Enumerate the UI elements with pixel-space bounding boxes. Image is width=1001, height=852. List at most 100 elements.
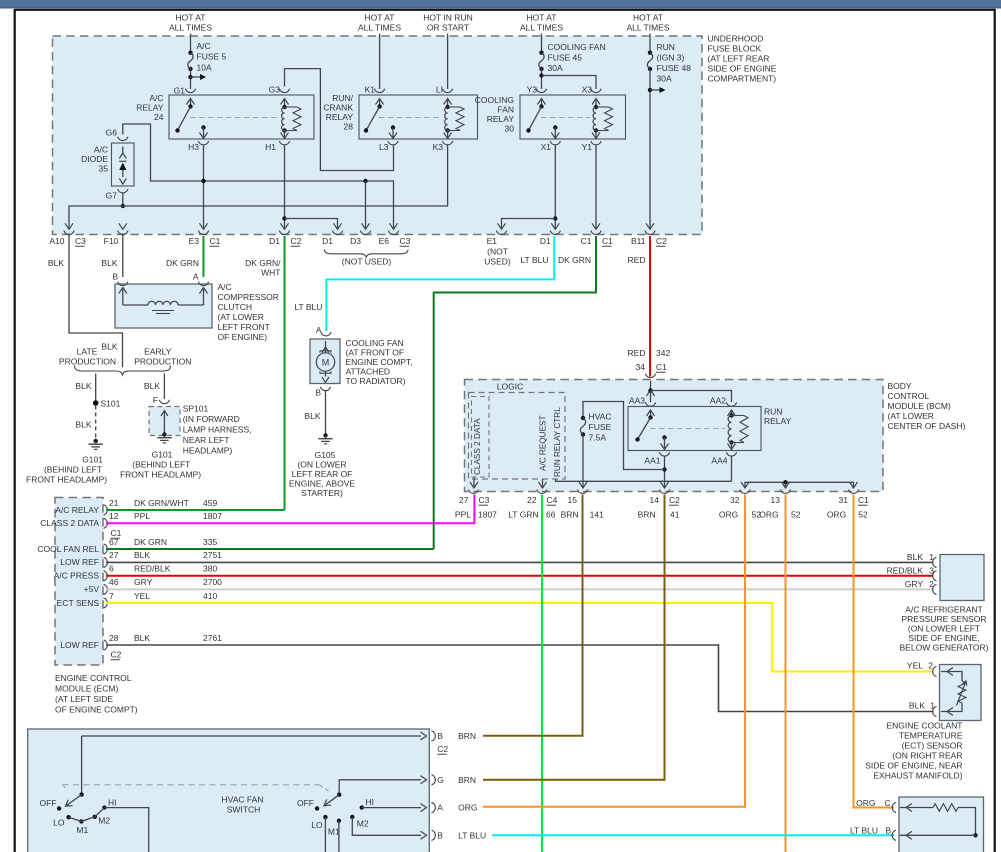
svg-text:TO RADIATOR): TO RADIATOR) <box>346 376 406 386</box>
svg-text:A/C RELAY: A/C RELAY <box>55 505 99 515</box>
svg-text:RUN: RUN <box>657 42 675 52</box>
svg-text:FUSE 48: FUSE 48 <box>657 63 692 73</box>
svg-text:MODULE (ECM): MODULE (ECM) <box>55 684 118 694</box>
svg-text:DK GRN: DK GRN <box>134 537 167 547</box>
svg-text:LOW REF: LOW REF <box>60 640 99 650</box>
svg-text:BLK: BLK <box>48 258 64 268</box>
svg-text:H3: H3 <box>188 142 199 152</box>
svg-text:LOGIC: LOGIC <box>497 382 523 392</box>
svg-text:G101: G101 <box>82 455 103 465</box>
svg-text:CLUTCH: CLUTCH <box>218 302 252 312</box>
svg-text:RELAY: RELAY <box>764 416 792 426</box>
svg-text:A/C: A/C <box>218 282 232 292</box>
svg-text:CRANK: CRANK <box>323 103 353 113</box>
svg-text:BLK: BLK <box>134 550 150 560</box>
svg-text:M2: M2 <box>357 819 369 829</box>
svg-text:ALL TIMES: ALL TIMES <box>627 23 670 33</box>
svg-text:CENTER OF DASH): CENTER OF DASH) <box>888 421 966 431</box>
svg-text:C2: C2 <box>291 236 302 246</box>
svg-text:LO: LO <box>53 818 65 828</box>
svg-text:66: 66 <box>546 510 556 520</box>
svg-text:HVAC: HVAC <box>589 412 612 422</box>
svg-text:D3: D3 <box>350 236 361 246</box>
svg-text:30: 30 <box>505 124 515 134</box>
svg-text:C2: C2 <box>437 744 448 754</box>
svg-text:A/C REFRIGERANT: A/C REFRIGERANT <box>905 605 982 615</box>
svg-text:335: 335 <box>203 537 217 547</box>
svg-text:LT BLU: LT BLU <box>458 830 486 840</box>
svg-text:SP101: SP101 <box>183 404 209 414</box>
svg-text:AA2: AA2 <box>710 396 726 406</box>
svg-text:FUSE 45: FUSE 45 <box>548 53 583 63</box>
svg-text:10A: 10A <box>197 63 212 73</box>
svg-text:DIODE: DIODE <box>81 154 108 164</box>
svg-text:LEFT REAR OF: LEFT REAR OF <box>292 469 353 479</box>
svg-text:C3: C3 <box>479 495 490 505</box>
svg-text:BLK: BLK <box>304 411 320 421</box>
svg-text:BRN: BRN <box>458 731 476 741</box>
svg-text:RED: RED <box>628 348 646 358</box>
svg-text:C3: C3 <box>75 236 86 246</box>
svg-text:RUN RELAY CTRL: RUN RELAY CTRL <box>553 407 562 477</box>
svg-text:MODULE (BCM): MODULE (BCM) <box>888 401 951 411</box>
svg-text:CONTROL: CONTROL <box>888 391 930 401</box>
svg-text:SIDE OF ENGINE: SIDE OF ENGINE <box>708 64 777 74</box>
svg-text:C2: C2 <box>669 495 680 505</box>
svg-text:BLK: BLK <box>144 381 160 391</box>
svg-text:C2: C2 <box>111 650 122 660</box>
svg-text:2761: 2761 <box>203 633 222 643</box>
svg-text:C2: C2 <box>656 236 667 246</box>
svg-text:FRONT HEADLAMP): FRONT HEADLAMP) <box>120 470 201 480</box>
svg-text:COMPARTMENT): COMPARTMENT) <box>708 74 777 84</box>
svg-text:F: F <box>153 395 158 405</box>
svg-text:G105: G105 <box>315 450 336 460</box>
svg-text:PPL: PPL <box>134 511 150 521</box>
svg-text:RUN: RUN <box>764 407 782 417</box>
svg-text:OF ENGINE): OF ENGINE) <box>218 332 268 342</box>
svg-text:LAMP HARNESS,: LAMP HARNESS, <box>183 425 252 435</box>
svg-text:AA4: AA4 <box>711 456 727 466</box>
svg-text:FUSE 5: FUSE 5 <box>197 52 227 62</box>
svg-text:BLK: BLK <box>75 381 91 391</box>
svg-text:BODY: BODY <box>888 381 912 391</box>
svg-text:A/C REQUEST: A/C REQUEST <box>539 415 548 471</box>
svg-text:EARLY: EARLY <box>144 347 172 357</box>
svg-text:SIDE OF ENGINE, NEAR: SIDE OF ENGINE, NEAR <box>865 761 962 771</box>
svg-text:1807: 1807 <box>203 511 222 521</box>
svg-text:BLK: BLK <box>909 701 925 711</box>
svg-text:ALL TIMES: ALL TIMES <box>169 23 212 33</box>
svg-text:C4: C4 <box>547 495 558 505</box>
svg-text:2751: 2751 <box>203 550 222 560</box>
svg-text:B: B <box>315 388 321 398</box>
svg-text:DK GRN: DK GRN <box>558 255 591 265</box>
svg-text:AA1: AA1 <box>644 456 660 466</box>
svg-text:52: 52 <box>858 510 868 520</box>
svg-text:41: 41 <box>670 510 680 520</box>
svg-text:ENGINE COOLANT: ENGINE COOLANT <box>886 721 962 731</box>
svg-text:7.5A: 7.5A <box>589 433 607 443</box>
svg-text:PPL: PPL <box>455 510 471 520</box>
svg-text:RUN/: RUN/ <box>332 93 353 103</box>
svg-text:M1: M1 <box>328 827 340 837</box>
svg-text:BLK: BLK <box>101 342 117 352</box>
svg-text:ENGINE, ABOVE: ENGINE, ABOVE <box>289 479 355 489</box>
svg-text:(ECT) SENSOR: (ECT) SENSOR <box>902 741 963 751</box>
svg-text:ATTACHED: ATTACHED <box>346 367 391 377</box>
svg-text:12: 12 <box>109 511 119 521</box>
svg-text:G6: G6 <box>106 128 118 138</box>
svg-text:C1: C1 <box>858 495 869 505</box>
svg-text:(ON LOWER: (ON LOWER <box>297 460 346 470</box>
svg-text:X1: X1 <box>541 142 552 152</box>
svg-text:(BEHIND LEFT: (BEHIND LEFT <box>44 465 102 475</box>
svg-text:3: 3 <box>929 566 934 576</box>
svg-text:B11: B11 <box>631 236 646 246</box>
svg-text:14: 14 <box>650 495 660 505</box>
svg-text:G3: G3 <box>269 85 281 95</box>
svg-text:PRODUCTION: PRODUCTION <box>59 357 116 367</box>
svg-text:COOLING: COOLING <box>475 95 514 105</box>
svg-text:ORG: ORG <box>458 803 477 813</box>
svg-text:A: A <box>437 803 443 813</box>
svg-text:NEAR LEFT: NEAR LEFT <box>183 435 230 445</box>
svg-text:34: 34 <box>636 362 646 372</box>
svg-text:LT BLU: LT BLU <box>294 302 322 312</box>
